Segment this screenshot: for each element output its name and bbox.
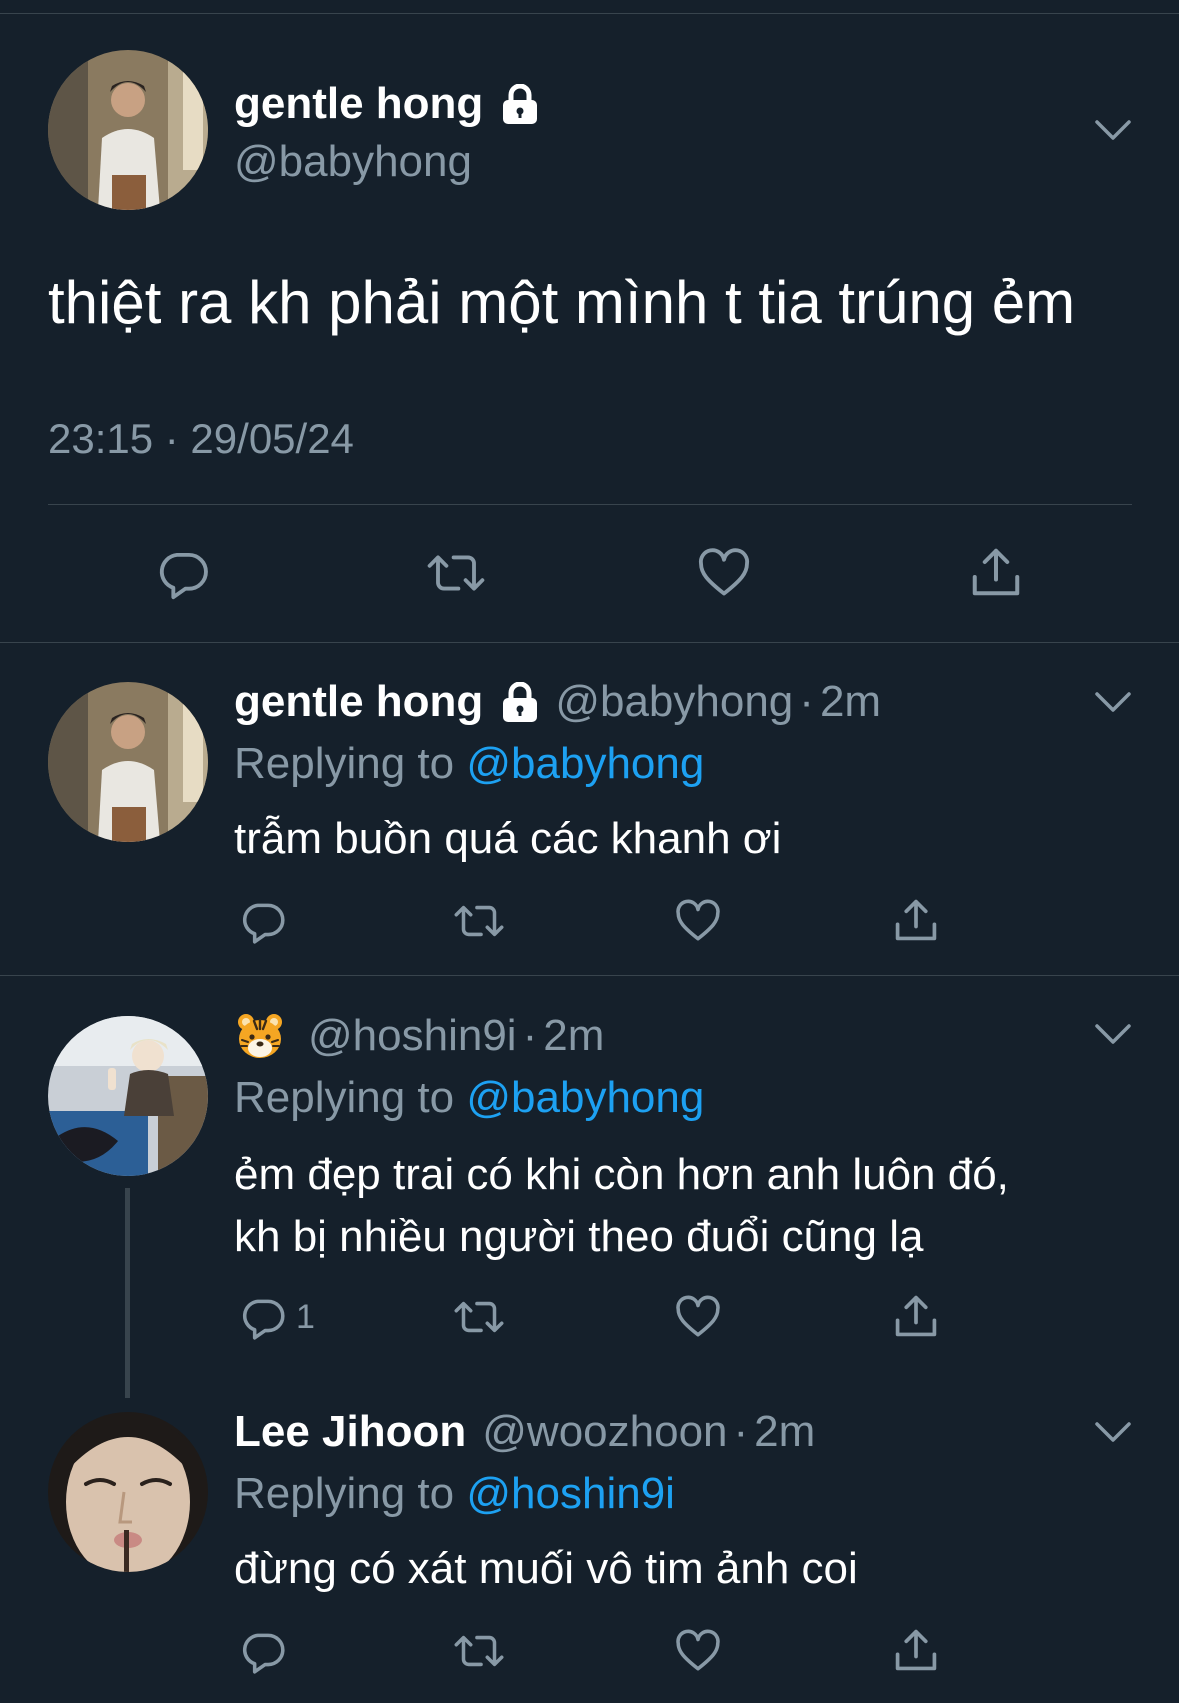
author-handle[interactable]: @woozhoon	[482, 1404, 727, 1460]
share-icon	[895, 1295, 937, 1337]
separator-dot: ·	[799, 677, 814, 726]
tweet-timestamp[interactable]: 23:15 · 29/05/24	[48, 412, 354, 466]
divider	[48, 504, 1132, 505]
reply-text: đừng có xát muối vô tim ảnh coi	[234, 1544, 858, 1593]
reply-time[interactable]: 2m	[543, 1008, 604, 1064]
author-handle[interactable]: @babyhong	[555, 674, 793, 730]
reply-button[interactable]	[154, 544, 212, 602]
retweet-button[interactable]	[448, 1292, 510, 1342]
reply-header: Lee Jihoon @woozhoon · 2m	[234, 1404, 815, 1460]
retweet-icon	[454, 1635, 504, 1667]
like-button[interactable]	[672, 896, 724, 946]
lock-icon	[499, 84, 541, 124]
share-button[interactable]	[966, 542, 1026, 602]
reply-count: 1	[296, 1297, 315, 1336]
reply-time[interactable]: 2m	[820, 674, 881, 730]
chevron-down-icon[interactable]	[1094, 118, 1132, 142]
separator-dot: ·	[733, 1407, 749, 1456]
tweet-text: thiệt ra kh phải một mình t tia trúng ẻm	[48, 269, 1076, 336]
share-icon	[972, 548, 1020, 596]
mention-link[interactable]: @babyhong	[466, 1073, 704, 1122]
author-name[interactable]: Lee Jihoon	[234, 1404, 466, 1460]
avatar[interactable]	[48, 1412, 208, 1572]
retweet-button[interactable]	[448, 896, 510, 946]
share-button[interactable]	[890, 1290, 942, 1342]
like-button[interactable]	[694, 544, 754, 602]
retweet-button[interactable]	[448, 1626, 510, 1676]
divider	[0, 642, 1179, 643]
heart-icon	[676, 1629, 720, 1671]
replying-label: Replying to	[234, 739, 455, 788]
author-handle[interactable]: @hoshin9i	[308, 1008, 517, 1064]
like-button[interactable]	[672, 1292, 724, 1342]
heart-icon	[698, 548, 750, 596]
avatar[interactable]	[48, 682, 208, 842]
top-divider	[0, 13, 1179, 14]
reply-button[interactable]	[238, 1626, 288, 1676]
replying-label: Replying to	[234, 1073, 455, 1122]
share-icon	[895, 899, 937, 941]
retweet-icon	[454, 905, 504, 937]
speech-bubble-icon	[159, 552, 208, 600]
reply-time[interactable]: 2m	[754, 1404, 815, 1460]
author-name[interactable]: gentle hong	[234, 674, 483, 730]
separator-dot: ·	[522, 1011, 538, 1060]
replying-to: Replying to @babyhong	[234, 1070, 704, 1126]
avatar[interactable]	[48, 1016, 208, 1176]
thread-line	[125, 1188, 130, 1398]
author-name-row: gentle hong	[234, 76, 541, 132]
lock-icon	[499, 682, 541, 722]
author-name[interactable]: gentle hong	[234, 76, 483, 132]
mention-link[interactable]: @babyhong	[466, 739, 704, 788]
like-button[interactable]	[672, 1626, 724, 1676]
reply-button[interactable]: 1	[238, 1292, 315, 1342]
speech-bubble-icon	[242, 903, 285, 944]
reply-button[interactable]	[238, 896, 288, 946]
chevron-down-icon[interactable]	[1094, 690, 1132, 714]
share-button[interactable]	[890, 1624, 942, 1676]
reply-text: trẫm buồn quá các khanh ơi	[234, 814, 782, 863]
chevron-down-icon[interactable]	[1094, 1420, 1132, 1444]
reply-header: gentle hong @babyhong · 2m	[234, 674, 881, 730]
speech-bubble-icon	[242, 1633, 285, 1674]
heart-icon	[676, 899, 720, 941]
replying-to: Replying to @hoshin9i	[234, 1466, 675, 1522]
tiger-face-icon	[234, 1010, 286, 1062]
avatar[interactable]	[48, 50, 208, 210]
speech-bubble-icon	[242, 1299, 285, 1340]
mention-link[interactable]: @hoshin9i	[466, 1469, 675, 1518]
share-button[interactable]	[890, 894, 942, 946]
reply-text-line: ẻm đẹp trai có khi còn hơn anh luôn đó,	[234, 1150, 1009, 1199]
reply-header: @hoshin9i · 2m	[234, 1008, 604, 1064]
replying-label: Replying to	[234, 1469, 455, 1518]
divider	[0, 975, 1179, 976]
author-handle[interactable]: @babyhong	[234, 134, 472, 190]
chevron-down-icon[interactable]	[1094, 1022, 1132, 1046]
retweet-icon	[427, 555, 485, 591]
heart-icon	[676, 1295, 720, 1337]
replying-to: Replying to @babyhong	[234, 736, 704, 792]
reply-text-line: kh bị nhiều người theo đuổi cũng lạ	[234, 1212, 924, 1261]
retweet-button[interactable]	[420, 544, 492, 602]
retweet-icon	[454, 1301, 504, 1333]
share-icon	[895, 1629, 937, 1671]
